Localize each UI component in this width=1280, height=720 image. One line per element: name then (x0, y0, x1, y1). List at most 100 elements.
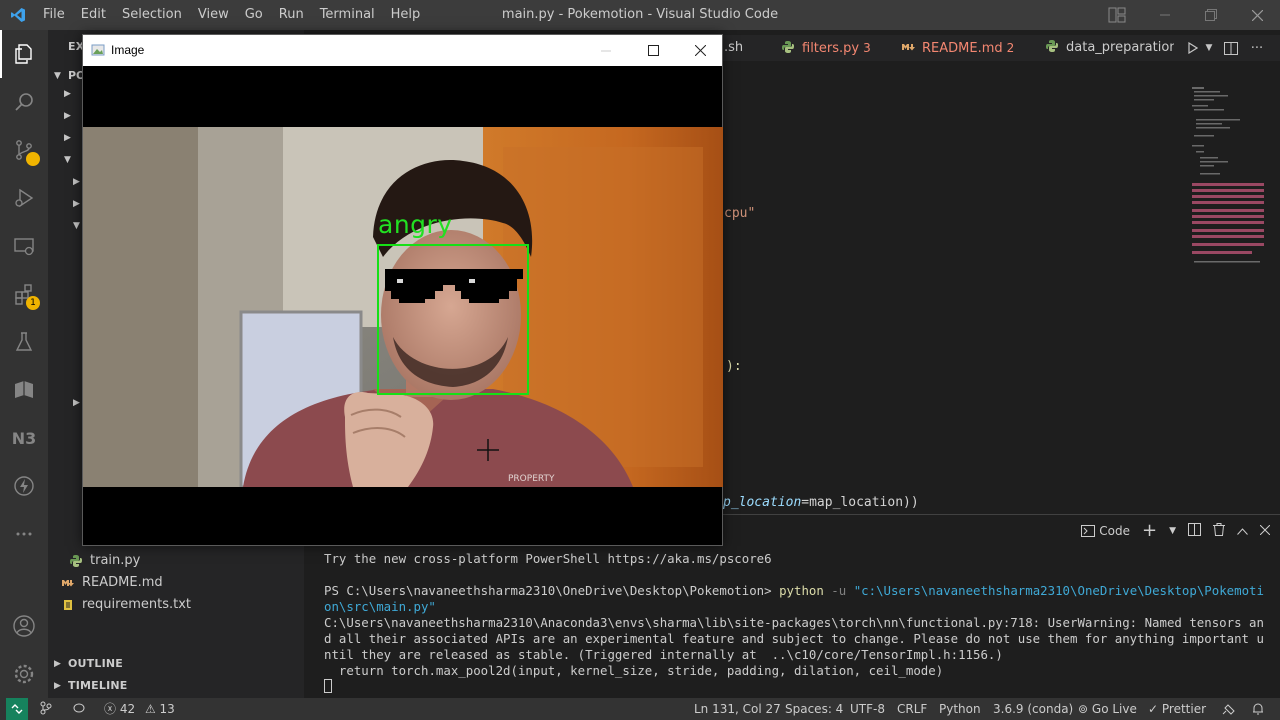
error-icon: ⓧ (104, 702, 117, 716)
chevron-right-icon[interactable]: ▶ (73, 177, 80, 187)
terminal-line: Try the new cross-platform PowerShell ht… (324, 551, 772, 566)
menu-view[interactable]: View (190, 0, 237, 30)
minimize-button[interactable] (1142, 0, 1188, 30)
book-icon[interactable] (0, 366, 48, 414)
terminal-cursor (324, 679, 1264, 695)
go-live-button[interactable]: ⊚ Go Live (1078, 698, 1137, 720)
more-actions-icon[interactable]: ··· (1246, 41, 1268, 56)
remote-explorer-icon[interactable] (0, 222, 48, 270)
terminal-line: C:\Users\navaneethsharma2310\Anaconda3\e… (324, 615, 1264, 662)
tab-data-preparation[interactable]: data_preparation.py (1046, 35, 1174, 61)
more-icon[interactable] (0, 510, 48, 558)
language-mode[interactable]: Python (939, 698, 981, 720)
account-icon[interactable] (0, 602, 48, 650)
file-item-train[interactable]: train.py (70, 550, 326, 572)
testing-icon[interactable] (0, 318, 48, 366)
layout-toggle-icon[interactable] (1108, 7, 1126, 23)
image-minimize-button[interactable] (583, 35, 629, 66)
image-window[interactable]: Image PROPERTY angry (82, 34, 723, 546)
chevron-right-icon[interactable]: ▶ (64, 133, 71, 143)
warning-icon: ⚠ (144, 702, 156, 716)
markdown-icon (902, 36, 916, 51)
chevron-right-icon[interactable]: ▶ (73, 398, 80, 408)
chevron-down-icon[interactable]: ▼ (73, 221, 80, 231)
timeline-section[interactable]: ▶ TIMELINE (54, 675, 310, 697)
close-window-button[interactable] (1234, 0, 1280, 30)
menu-edit[interactable]: Edit (73, 0, 114, 30)
menu-run[interactable]: Run (271, 0, 312, 30)
tab-filters[interactable]: filters.py 3 (782, 35, 871, 61)
split-editor-icon[interactable] (1216, 41, 1246, 55)
git-branch-icon[interactable] (40, 698, 52, 720)
vscode-logo-icon (0, 0, 35, 30)
chevron-right-icon[interactable]: ▶ (64, 89, 71, 99)
trash-icon[interactable] (1213, 523, 1225, 539)
search-icon[interactable] (0, 78, 48, 126)
chevron-down-icon[interactable]: ▼ (1169, 526, 1176, 536)
chevron-right-icon: ▶ (54, 659, 62, 669)
terminal-select[interactable]: Code (1081, 524, 1130, 538)
feedback-icon[interactable] (1222, 698, 1236, 720)
file-item-readme[interactable]: README.md (62, 572, 318, 594)
code-fragment: cpu" (724, 206, 756, 221)
end-of-line[interactable]: CRLF (897, 698, 927, 720)
problems-indicator[interactable]: ⓧ 42 ⚠ 13 (104, 698, 175, 720)
image-maximize-button[interactable] (630, 35, 676, 66)
cursor-position[interactable]: Ln 131, Col 27 (694, 698, 781, 720)
run-python-icon[interactable] (1184, 42, 1202, 54)
chevron-right-icon: ▶ (54, 681, 62, 691)
terminal-line: return torch.max_pool2d(input, kernel_si… (324, 663, 944, 678)
menu-terminal[interactable]: Terminal (312, 0, 383, 30)
run-debug-icon[interactable] (0, 174, 48, 222)
tab-readme[interactable]: README.md 2 (902, 35, 1014, 61)
code-fragment: ): (726, 359, 742, 374)
file-name: requirements.txt (82, 597, 192, 612)
outline-section[interactable]: ▶ OUTLINE (54, 653, 310, 675)
file-item-requirements[interactable]: requirements.txt (62, 594, 318, 616)
file-name: README.md (82, 575, 163, 590)
menu-go[interactable]: Go (237, 0, 271, 30)
chevron-down-icon[interactable]: ▼ (64, 155, 71, 165)
image-window-title: Image (111, 43, 145, 57)
source-control-icon[interactable] (0, 126, 48, 174)
chevron-right-icon[interactable]: ▶ (73, 199, 80, 209)
python-icon (1046, 36, 1058, 52)
image-window-titlebar[interactable]: Image (83, 35, 722, 66)
settings-gear-icon[interactable] (0, 650, 48, 698)
clock-badge-icon (26, 152, 40, 166)
indentation[interactable]: Spaces: 4 (785, 698, 843, 720)
explorer-icon[interactable] (0, 30, 48, 78)
maximize-panel-icon[interactable] (1237, 524, 1248, 538)
thunder-icon[interactable] (0, 462, 48, 510)
encoding[interactable]: UTF-8 (850, 698, 885, 720)
minimap[interactable] (1186, 85, 1268, 275)
text-file-icon (64, 599, 72, 610)
emotion-label: angry (378, 210, 453, 239)
tab-sh[interactable]: .sh (724, 35, 743, 61)
chevron-down-icon[interactable]: ▼ (1202, 43, 1216, 53)
notifications-bell-icon[interactable] (1252, 698, 1264, 720)
n3-icon[interactable]: N3 (0, 414, 48, 462)
editor-actions: ▼ ··· (1184, 35, 1268, 61)
check-icon: ✓ (1148, 702, 1159, 716)
extensions-icon[interactable]: 1 (0, 270, 48, 318)
close-panel-icon[interactable] (1259, 524, 1271, 538)
prettier-button[interactable]: ✓ Prettier (1148, 698, 1206, 720)
menu-selection[interactable]: Selection (114, 0, 190, 30)
sync-icon[interactable] (72, 698, 86, 720)
menu-file[interactable]: File (35, 0, 73, 30)
terminal-output[interactable]: Try the new cross-platform PowerShell ht… (324, 551, 1264, 695)
image-close-button[interactable] (677, 35, 723, 66)
face-bounding-box (377, 244, 529, 395)
chevron-down-icon: ▼ (54, 71, 61, 81)
window-controls (1142, 0, 1280, 30)
restore-button[interactable] (1188, 0, 1234, 30)
menu-bar: File Edit Selection View Go Run Terminal… (35, 0, 428, 30)
chevron-right-icon[interactable]: ▶ (64, 111, 71, 121)
remote-indicator[interactable] (6, 698, 28, 720)
split-terminal-icon[interactable] (1188, 523, 1201, 539)
python-interpreter[interactable]: 3.6.9 (conda) (993, 698, 1073, 720)
terminal-line: PS C:\Users\navaneethsharma2310\OneDrive… (324, 583, 1264, 614)
menu-help[interactable]: Help (383, 0, 429, 30)
new-terminal-icon[interactable]: + (1142, 522, 1157, 540)
